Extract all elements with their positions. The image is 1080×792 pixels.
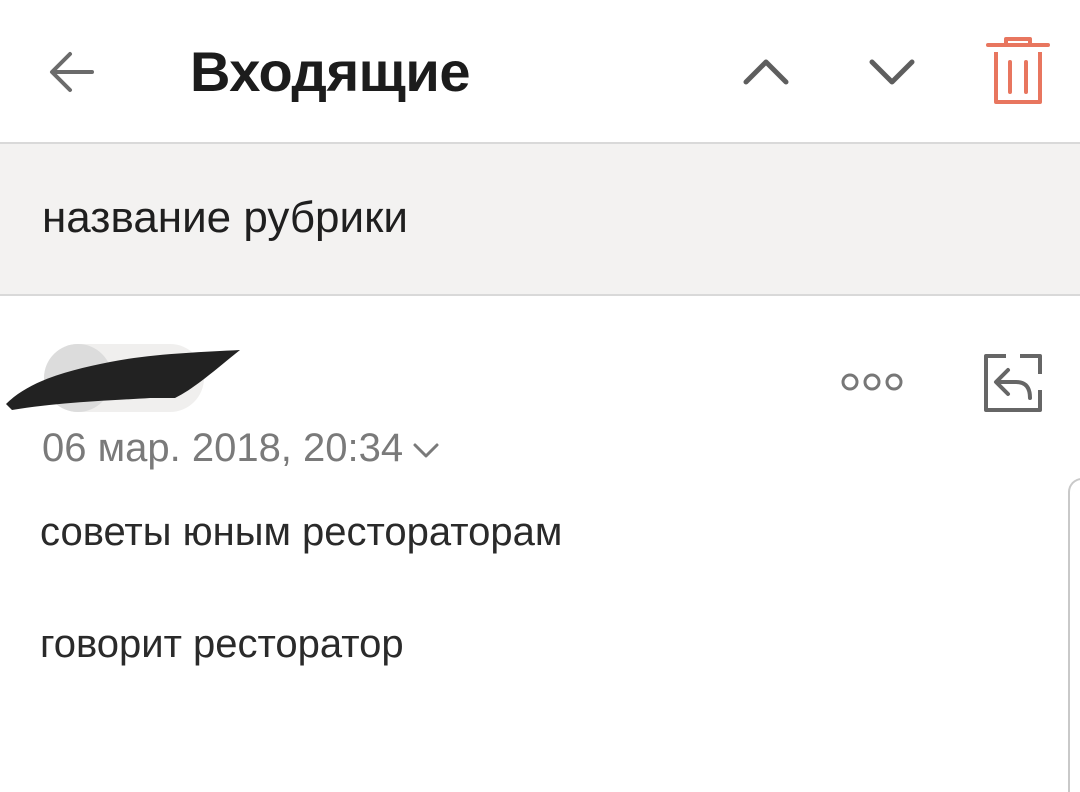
trash-icon [986,37,1050,104]
reply-button[interactable] [980,350,1046,416]
back-button[interactable] [40,38,108,106]
message-body-line: советы юным рестораторам [40,510,563,554]
page-title: Входящие [190,40,470,103]
delete-button[interactable] [984,34,1052,108]
chevron-up-icon [743,59,789,85]
top-bar: Входящие [0,0,1080,144]
more-dots-icon [841,373,903,391]
next-message-button[interactable] [860,40,924,104]
side-panel-edge [1068,478,1080,792]
message-date-toggle[interactable]: 06 мар. 2018, 20:34 [42,422,441,474]
message-date: 06 мар. 2018, 20:34 [42,426,404,470]
arrow-left-icon [50,52,94,92]
more-actions-button[interactable] [838,366,906,398]
previous-message-button[interactable] [734,40,798,104]
category-label: название рубрики [42,193,408,242]
chevron-down-icon [869,59,915,85]
redaction-mark [6,350,240,410]
reply-icon [984,354,1042,412]
message-view-screen: Входящие название рубрики 06 мар. 2018, … [0,0,1080,792]
message-body-line: говорит ресторатор [40,622,404,666]
chevron-down-icon [413,443,439,458]
